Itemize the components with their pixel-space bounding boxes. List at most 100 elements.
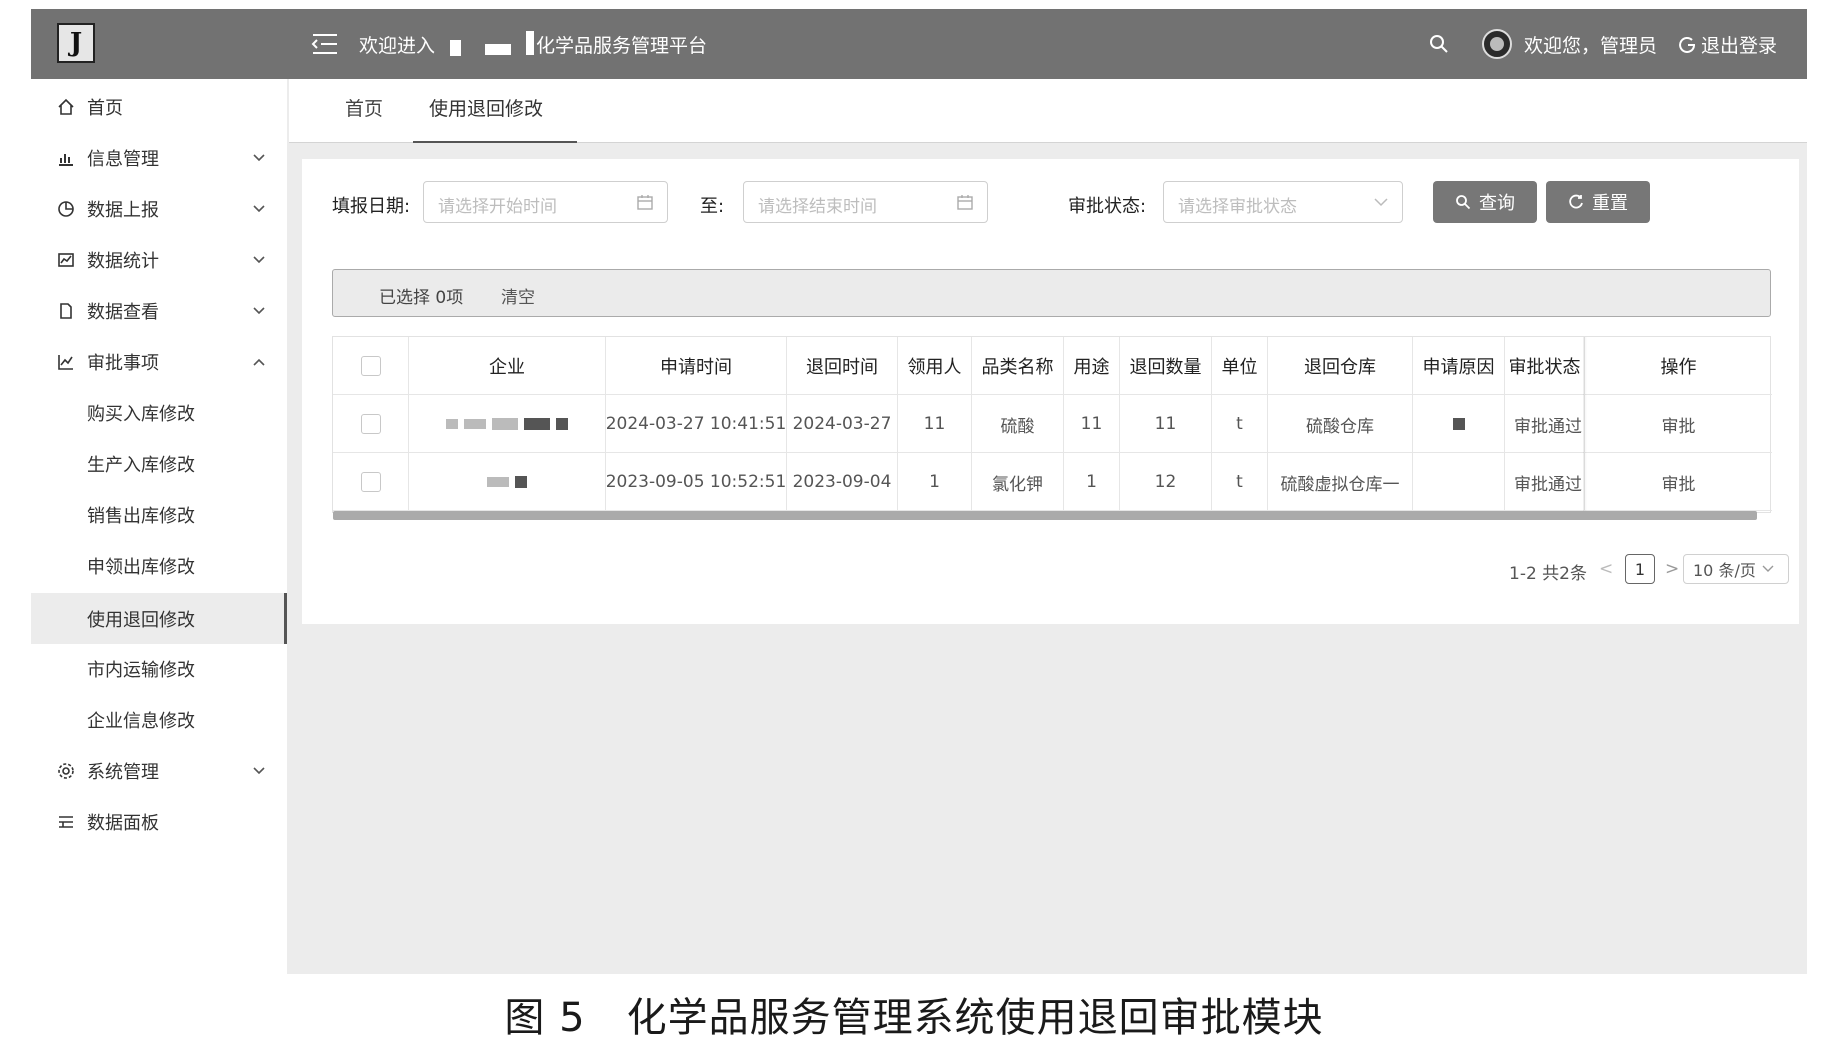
sidebar-item-label: 审批事项	[87, 353, 159, 374]
chevron-down-icon	[253, 154, 265, 162]
sidebar-item-data-view[interactable]: 数据查看	[31, 287, 287, 335]
redacted-block	[485, 44, 511, 55]
receiver-cell: 11	[898, 395, 972, 453]
logo-letter: J	[69, 28, 83, 58]
file-icon	[57, 302, 75, 320]
sidebar-item-info-management[interactable]: 信息管理	[31, 134, 287, 182]
search-icon[interactable]	[1428, 33, 1450, 55]
chevron-down-icon	[1762, 565, 1774, 573]
sidebar-item-system-management[interactable]: 系统管理	[31, 747, 287, 795]
redacted-block	[450, 40, 461, 56]
receiver-cell: 1	[898, 453, 972, 511]
redacted-block	[446, 419, 458, 429]
reset-button-label: 重置	[1592, 193, 1628, 214]
unit-cell: t	[1212, 453, 1268, 511]
tab-home[interactable]: 首页	[345, 94, 383, 121]
sidebar-item-label: 系统管理	[87, 762, 159, 783]
selected-count: 已选择 0项	[379, 288, 464, 308]
sidebar-item-production-inbound-edit[interactable]: 生产入库修改	[31, 440, 287, 488]
sidebar-item-home[interactable]: 首页	[31, 83, 287, 131]
chevron-down-icon	[253, 256, 265, 264]
apply-time-cell: 2023-09-05 10:52:51	[606, 453, 787, 511]
prev-page-icon[interactable]: <	[1599, 559, 1613, 579]
sidebar-item-data-panel[interactable]: 数据面板	[31, 798, 287, 846]
user-greeting: 欢迎您，管理员	[1524, 35, 1658, 57]
table-row: 2023-09-05 10:52:51 2023-09-04 1 氯化钾 1 1…	[333, 453, 1772, 511]
reset-icon	[1568, 194, 1584, 210]
avatar[interactable]	[1482, 29, 1512, 59]
sidebar-item-city-transport-edit[interactable]: 市内运输修改	[31, 645, 287, 693]
column-header: 操作	[1660, 357, 1697, 378]
column-header: 退回时间	[787, 337, 898, 395]
active-tab-indicator	[413, 141, 577, 143]
approve-action-link[interactable]: 审批	[1585, 453, 1772, 511]
sidebar-item-approvals[interactable]: 审批事项	[31, 338, 287, 386]
page-number-current[interactable]: 1	[1625, 554, 1655, 584]
sidebar-item-usage-return-edit[interactable]: 使用退回修改	[31, 593, 287, 644]
apply-time-cell: 2024-03-27 10:41:51	[606, 395, 787, 453]
row-checkbox[interactable]	[360, 472, 381, 492]
calendar-icon	[637, 194, 653, 210]
row-checkbox[interactable]	[360, 414, 381, 434]
top-header: J 欢迎进入 化学品服务管理平台 欢迎您，管理员 退出登录	[31, 9, 1807, 79]
column-header: 单位	[1212, 337, 1268, 395]
column-header: 退回数量	[1120, 337, 1212, 395]
logout-label: 退出登录	[1701, 35, 1778, 57]
figure-caption: 图 5 化学品服务管理系统使用退回审批模块	[504, 995, 1324, 1041]
gear-icon	[57, 762, 75, 780]
sidebar-item-purchase-inbound-edit[interactable]: 购买入库修改	[31, 389, 287, 437]
approve-action-link[interactable]: 审批	[1585, 395, 1772, 453]
select-all-checkbox[interactable]	[360, 356, 381, 376]
tab-usage-return-edit[interactable]: 使用退回修改	[429, 94, 543, 121]
welcome-into-text: 欢迎进入	[359, 35, 436, 57]
reason-cell	[1413, 395, 1505, 453]
redacted-block	[515, 476, 527, 488]
redacted-block	[492, 418, 518, 430]
page-size-select[interactable]: 10 条/页	[1683, 554, 1789, 584]
company-cell	[409, 453, 606, 511]
redacted-block	[487, 477, 509, 487]
warehouse-cell: 硫酸仓库	[1268, 395, 1413, 453]
menu-fold-icon[interactable]	[311, 32, 339, 56]
clear-selection-link[interactable]: 清空	[501, 283, 535, 308]
column-header: 申请原因	[1413, 337, 1505, 395]
line-chart-icon	[57, 353, 75, 371]
table-header-row: 企业 申请时间 退回时间 领用人 品类名称 用途 退回数量 单位 退回仓库 申请…	[333, 337, 1772, 395]
query-button[interactable]: 查询	[1433, 181, 1537, 223]
sidebar-item-label: 数据查看	[87, 302, 159, 323]
status-placeholder: 请选择审批状态	[1178, 197, 1297, 217]
sidebar-item-label: 首页	[87, 98, 123, 119]
logout-button[interactable]: 退出登录	[1679, 31, 1777, 58]
date-filter-label: 填报日期:	[332, 196, 411, 217]
column-header: 品类名称	[972, 337, 1064, 395]
sidebar-item-data-statistics[interactable]: 数据统计	[31, 236, 287, 284]
sidebar: 首页 信息管理 数据上报 数据统计 数据查看 审批事项 购买入库修改 生产入库修…	[31, 79, 287, 974]
column-header: 领用人	[898, 337, 972, 395]
sidebar-item-label: 企业信息修改	[87, 711, 195, 732]
chevron-down-icon	[1374, 197, 1388, 207]
sidebar-item-claim-outbound-edit[interactable]: 申领出库修改	[31, 542, 287, 590]
sidebar-item-company-info-edit[interactable]: 企业信息修改	[31, 696, 287, 744]
column-header: 用途	[1064, 337, 1120, 395]
start-date-picker[interactable]: 请选择开始时间	[423, 181, 668, 223]
panel-icon	[57, 813, 75, 831]
reset-button[interactable]: 重置	[1546, 181, 1650, 223]
column-header: 企业	[409, 337, 606, 395]
next-page-icon[interactable]: >	[1665, 559, 1679, 579]
usage-cell: 11	[1064, 395, 1120, 453]
sidebar-item-data-report[interactable]: 数据上报	[31, 185, 287, 233]
status-cell: 审批通过	[1505, 453, 1585, 511]
horizontal-scrollbar[interactable]	[333, 511, 1757, 520]
content-card: 填报日期: 请选择开始时间 至: 请选择结束时间 审批状态: 请选择审批状态 查…	[302, 159, 1799, 624]
fixed-column-shadow	[1583, 337, 1587, 511]
status-filter-label: 审批状态:	[1068, 196, 1147, 217]
sidebar-item-label: 使用退回修改	[87, 609, 195, 631]
status-select[interactable]: 请选择审批状态	[1163, 181, 1403, 223]
sidebar-item-sales-outbound-edit[interactable]: 销售出库修改	[31, 491, 287, 539]
unit-cell: t	[1212, 395, 1268, 453]
company-cell	[409, 395, 606, 453]
end-date-picker[interactable]: 请选择结束时间	[743, 181, 988, 223]
quantity-cell: 11	[1120, 395, 1212, 453]
sidebar-item-label: 信息管理	[87, 149, 159, 170]
quantity-cell: 12	[1120, 453, 1212, 511]
